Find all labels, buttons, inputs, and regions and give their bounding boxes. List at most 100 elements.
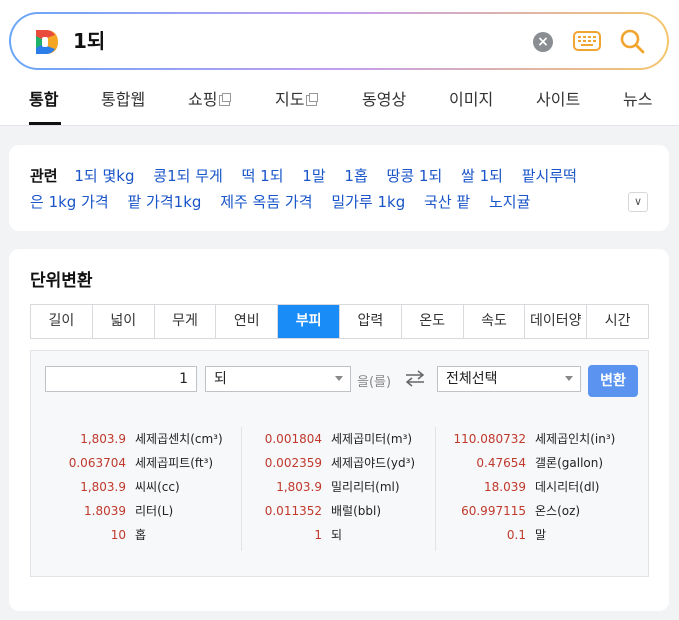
tab-label: 지도 xyxy=(275,90,305,109)
related-link[interactable]: 팥시루떡 xyxy=(522,167,577,185)
search-box: 1되 × xyxy=(9,12,669,70)
result-unit: 홉 xyxy=(135,528,147,542)
external-link-icon xyxy=(306,93,319,106)
result-value: 1,803.9 xyxy=(80,480,126,494)
category-tab-weight[interactable]: 무게 xyxy=(155,305,217,338)
result-value: 10 xyxy=(110,528,126,542)
daum-logo-icon[interactable] xyxy=(33,28,59,56)
result-value: 110.080732 xyxy=(453,432,526,446)
amount-input[interactable]: 1 xyxy=(45,366,197,392)
related-link[interactable]: 국산 팥 xyxy=(424,193,470,211)
related-link[interactable]: 제주 옥돔 가격 xyxy=(220,193,312,211)
search-box-inner: 1되 × xyxy=(11,14,667,68)
tab-label: 통합 xyxy=(29,90,59,109)
tab-image[interactable]: 이미지 xyxy=(449,86,493,110)
result-value: 1.8039 xyxy=(84,504,126,518)
result-value: 0.1 xyxy=(506,528,526,542)
related-link[interactable]: 팥 가격1kg xyxy=(127,193,201,211)
result-unit: 되 xyxy=(331,528,343,542)
related-link[interactable]: 은 1kg 가격 xyxy=(30,193,109,211)
related-line-1: 관련 1되 몇kg 콩1되 무게 떡 1되 1말 1홉 땅콩 1되 쌀 1되 팥… xyxy=(30,165,591,186)
tab-label: 통합웹 xyxy=(101,90,146,109)
from-unit-value: 되 xyxy=(214,371,227,387)
category-tab-temperature[interactable]: 온도 xyxy=(402,305,464,338)
related-link[interactable]: 1말 xyxy=(302,167,325,185)
related-link[interactable]: 쌀 1되 xyxy=(461,167,503,185)
result-value: 60.997115 xyxy=(461,504,526,518)
converter-panel: 1 되 을(를) 전체선택 변환 1,803.9 세제곱센치(cm³) 0.063… xyxy=(30,350,649,577)
category-tab-speed[interactable]: 속도 xyxy=(464,305,526,338)
clear-query-icon[interactable]: × xyxy=(533,32,553,52)
convert-button[interactable]: 변환 xyxy=(588,365,638,397)
result-unit: 배럴(bbl) xyxy=(331,504,382,518)
search-tabs: 통합 통합웹 쇼핑 지도 동영상 이미지 사이트 뉴스 xyxy=(0,76,679,126)
tab-label: 뉴스 xyxy=(623,90,653,109)
related-line-2: 은 1kg 가격 팥 가격1kg 제주 옥돔 가격 밀가루 1kg 국산 팥 노… xyxy=(30,191,544,212)
results-column-2: 0.001804 세제곱미터(m³) 0.002359 세제곱야드(yd³) 1,8… xyxy=(241,427,435,551)
unit-converter: 단위변환 길이 넓이 무게 연비 부피 압력 온도 속도 데이터양 시간 1 되… xyxy=(9,249,669,611)
conversion-results: 1,803.9 세제곱센치(cm³) 0.063704 세제곱피트(ft³) 1,8… xyxy=(45,427,635,551)
swap-arrows-icon[interactable] xyxy=(404,369,426,387)
top-bar: 1되 × 통합 통합웹 쇼핑 지도 동영상 이미지 사이트 뉴스 xyxy=(0,0,679,126)
related-searches: 관련 1되 몇kg 콩1되 무게 떡 1되 1말 1홉 땅콩 1되 쌀 1되 팥… xyxy=(9,145,669,231)
result-unit: 세제곱야드(yd³) xyxy=(331,456,416,470)
active-tab-indicator xyxy=(29,122,61,125)
related-link[interactable]: 콩1되 무게 xyxy=(153,167,223,185)
tab-label: 쇼핑 xyxy=(188,90,218,109)
tab-integrated[interactable]: 통합 xyxy=(29,86,58,110)
tab-video[interactable]: 동영상 xyxy=(362,86,406,110)
keyboard-icon[interactable] xyxy=(573,30,601,52)
related-title: 관련 xyxy=(30,167,58,185)
tab-label: 이미지 xyxy=(449,90,494,109)
result-unit: 세제곱센치(cm³) xyxy=(135,432,223,446)
category-tab-length[interactable]: 길이 xyxy=(31,305,93,338)
result-unit: 세제곱피트(ft³) xyxy=(135,456,214,470)
result-value: 0.063704 xyxy=(68,456,126,470)
result-unit: 말 xyxy=(535,528,547,542)
related-link[interactable]: 땅콩 1되 xyxy=(387,167,443,185)
tab-site[interactable]: 사이트 xyxy=(536,86,580,110)
search-query[interactable]: 1되 xyxy=(73,27,105,55)
result-value: 0.47654 xyxy=(476,456,526,470)
related-link[interactable]: 1되 몇kg xyxy=(74,167,134,185)
result-value: 1 xyxy=(314,528,322,542)
result-value: 0.002359 xyxy=(264,456,322,470)
result-value: 0.011352 xyxy=(264,504,322,518)
result-value: 0.001804 xyxy=(264,432,322,446)
to-unit-select[interactable]: 전체선택 xyxy=(437,366,581,392)
category-tabs: 길이 넓이 무게 연비 부피 압력 온도 속도 데이터양 시간 xyxy=(30,304,649,339)
result-unit: 리터(L) xyxy=(135,504,174,518)
related-link[interactable]: 떡 1되 xyxy=(242,167,284,185)
related-link[interactable]: 밀가루 1kg xyxy=(331,193,405,211)
category-tab-data[interactable]: 데이터양 xyxy=(525,305,588,338)
result-value: 18.039 xyxy=(484,480,526,494)
expand-chevron-icon[interactable]: ∨ xyxy=(628,192,648,212)
result-unit: 온스(oz) xyxy=(535,504,581,518)
related-link[interactable]: 노지귤 xyxy=(489,193,530,211)
to-unit-value: 전체선택 xyxy=(446,371,498,387)
particle-label: 을(를) xyxy=(357,375,392,390)
from-unit-select[interactable]: 되 xyxy=(205,366,351,392)
tab-map[interactable]: 지도 xyxy=(275,86,319,110)
dropdown-arrow-icon xyxy=(335,376,343,381)
category-tab-volume[interactable]: 부피 xyxy=(278,305,340,338)
result-unit: 씨씨(cc) xyxy=(135,480,180,494)
category-tab-time[interactable]: 시간 xyxy=(587,305,648,338)
result-value: 1,803.9 xyxy=(276,480,322,494)
search-icon[interactable] xyxy=(619,28,645,54)
external-link-icon xyxy=(219,93,232,106)
tab-integrated-web[interactable]: 통합웹 xyxy=(101,86,145,110)
tab-shopping[interactable]: 쇼핑 xyxy=(188,86,232,110)
results-column-3: 110.080732 세제곱인치(in³) 0.47654 갤론(gallon) 1… xyxy=(435,427,635,551)
category-tab-fuel[interactable]: 연비 xyxy=(216,305,279,338)
tab-news[interactable]: 뉴스 xyxy=(623,86,652,110)
tab-label: 사이트 xyxy=(536,90,581,109)
category-tab-pressure[interactable]: 압력 xyxy=(340,305,402,338)
result-unit: 데시리터(dl) xyxy=(535,480,600,494)
category-tab-area[interactable]: 넓이 xyxy=(93,305,155,338)
dropdown-arrow-icon xyxy=(565,376,573,381)
related-link[interactable]: 1홉 xyxy=(344,167,367,185)
result-unit: 세제곱미터(m³) xyxy=(331,432,413,446)
result-unit: 세제곱인치(in³) xyxy=(535,432,616,446)
results-column-1: 1,803.9 세제곱센치(cm³) 0.063704 세제곱피트(ft³) 1,8… xyxy=(45,427,241,551)
